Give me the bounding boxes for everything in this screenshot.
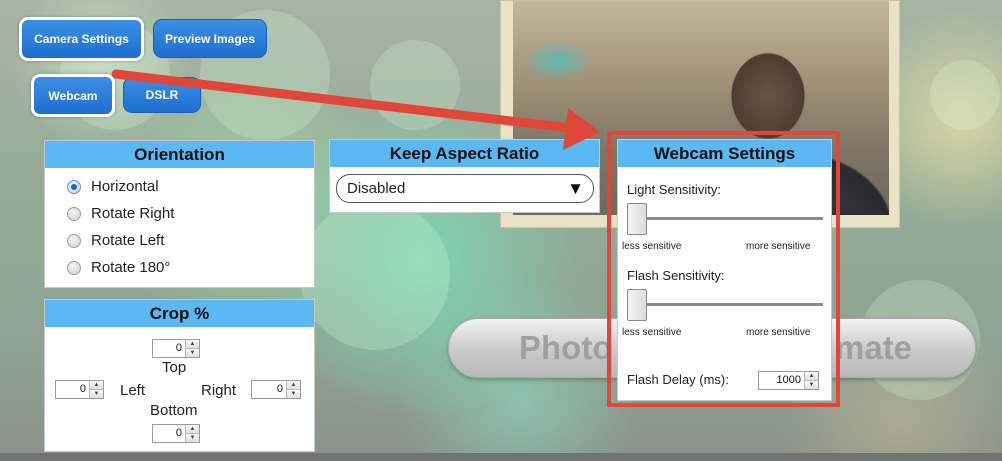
annotation-arrow xyxy=(111,69,600,150)
bottom-bar xyxy=(0,453,1002,461)
